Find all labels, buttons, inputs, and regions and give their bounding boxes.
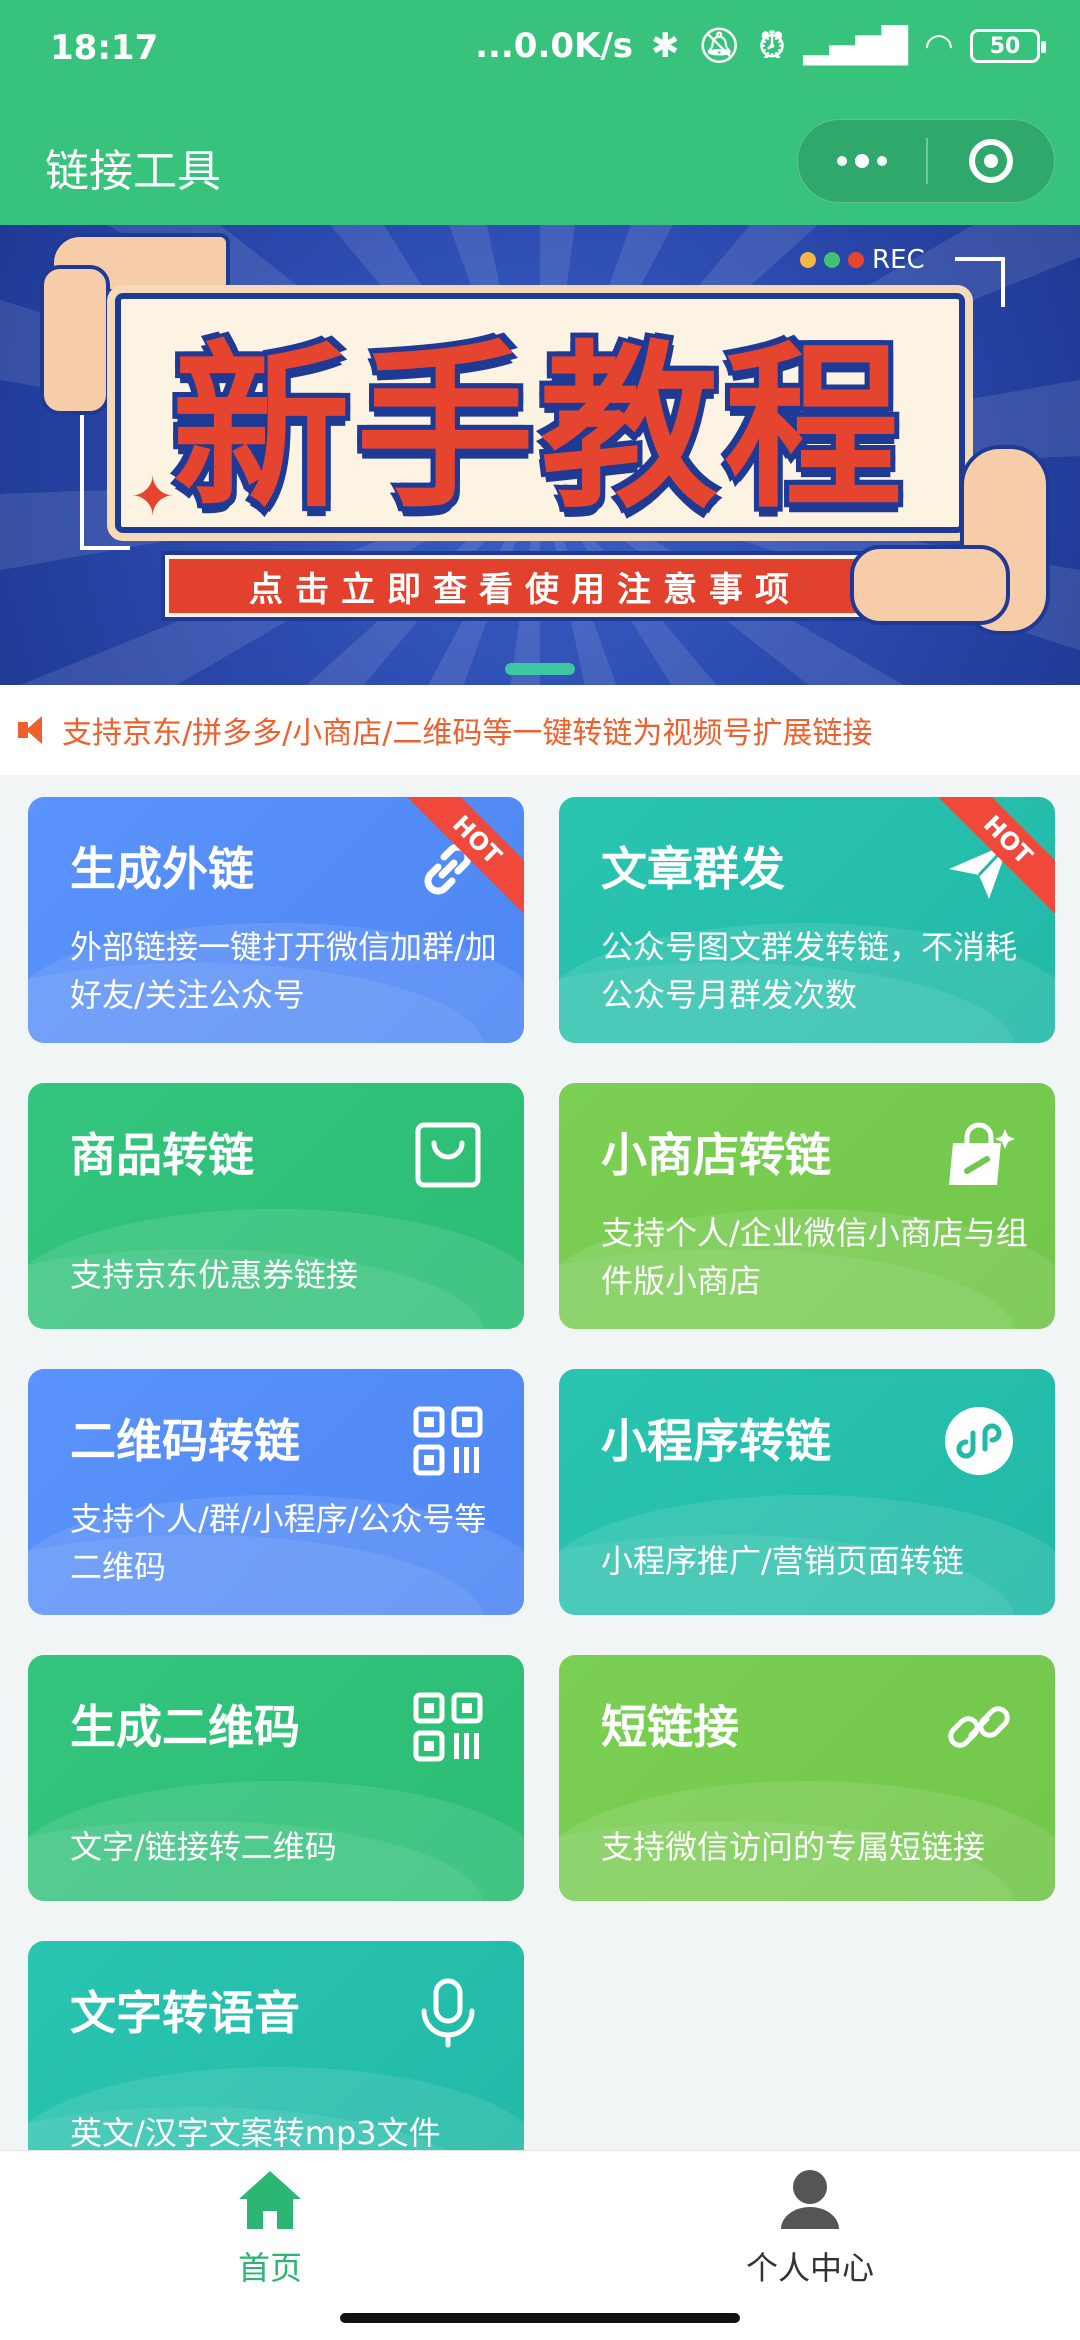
- tool-description: 文字/链接转二维码: [70, 1828, 337, 1866]
- close-mini-program-button[interactable]: [928, 119, 1054, 203]
- tool-card-article-broadcast[interactable]: 文章群发 公众号图文群发转链，不消耗公众号月群发次数 HOT: [559, 797, 1055, 1043]
- microphone-icon: [421, 1978, 475, 2048]
- wifi-icon: ◠: [925, 26, 952, 66]
- tool-card-generate-qr-code[interactable]: 生成二维码 文字/链接转二维码: [28, 1655, 524, 1901]
- tool-description: 支持微信访问的专属短链接: [601, 1828, 986, 1866]
- tool-description: 外部链接一键打开微信加群/加好友/关注公众号: [70, 928, 497, 1014]
- notice-bar[interactable]: 支持京东/拼多多/小商店/二维码等一键转链为视频号扩展链接: [0, 685, 1080, 775]
- tool-title: 小商店转链: [601, 1128, 831, 1182]
- tool-title: 文章群发: [601, 842, 785, 896]
- tab-profile[interactable]: 个人中心: [710, 2167, 910, 2317]
- carousel-indicator[interactable]: [505, 663, 575, 675]
- system-home-indicator[interactable]: [340, 2313, 740, 2323]
- tool-title: 二维码转链: [70, 1414, 300, 1468]
- tool-card-mini-program-link[interactable]: 小程序转链 小程序推广/营销页面转链: [559, 1369, 1055, 1615]
- page-title: 链接工具: [45, 146, 221, 197]
- mini-program-capsule: [797, 119, 1055, 203]
- link-icon: [948, 1706, 1010, 1748]
- rec-indicator: REC: [800, 245, 925, 275]
- status-time: 18:17: [50, 28, 159, 68]
- status-bar: 18:17 ...0.0K/s ✱ 🔕︎ ⏰︎ ▂▄▆█ ◠ 50: [0, 0, 1080, 96]
- tool-card-generate-external-link[interactable]: 生成外链 外部链接一键打开微信加群/加好友/关注公众号 HOT: [28, 797, 524, 1043]
- tool-card-qr-code-link[interactable]: 二维码转链 支持个人/群/小程序/公众号等二维码: [28, 1369, 524, 1615]
- mute-bell-icon: 🔕︎: [697, 26, 741, 66]
- rec-label: REC: [872, 245, 925, 275]
- banner-title: 新手教程: [172, 324, 908, 532]
- sparkle-icon: ✦: [130, 465, 176, 528]
- target-icon: [969, 139, 1013, 183]
- notice-text: 支持京东/拼多多/小商店/二维码等一键转链为视频号扩展链接: [62, 716, 873, 751]
- tool-title: 生成二维码: [70, 1700, 300, 1754]
- tool-description: 支持个人/企业微信小商店与组件版小商店: [601, 1214, 1028, 1300]
- bluetooth-icon: ✱: [651, 26, 680, 66]
- app-header: 18:17 ...0.0K/s ✱ 🔕︎ ⏰︎ ▂▄▆█ ◠ 50 链接工具: [0, 0, 1080, 225]
- right-hand-illustration: [850, 545, 1010, 625]
- alarm-icon: ⏰︎: [758, 26, 786, 66]
- shop-bag-icon: [949, 1122, 1015, 1185]
- battery-icon: 50: [970, 29, 1046, 63]
- tool-title: 短链接: [601, 1700, 739, 1754]
- banner-card: 新手教程: [115, 293, 965, 533]
- tool-title: 生成外链: [70, 842, 254, 896]
- banner-subtitle: 点击立即查看使用注意事项: [161, 551, 889, 621]
- qr-code-icon: [413, 1406, 483, 1476]
- qr-code-icon: [413, 1692, 483, 1762]
- tool-title: 小程序转链: [601, 1414, 831, 1468]
- home-icon: [239, 2171, 301, 2229]
- tool-card-product-link[interactable]: 商品转链 支持京东优惠券链接: [28, 1083, 524, 1329]
- status-icons: ...0.0K/s ✱ 🔕︎ ⏰︎ ▂▄▆█ ◠ 50: [475, 26, 1046, 66]
- tutorial-banner[interactable]: REC 新手教程 ✦ 点击立即查看使用注意事项: [0, 225, 1080, 685]
- person-icon: [781, 2170, 839, 2229]
- more-options-button[interactable]: [798, 119, 926, 203]
- network-speed: ...0.0K/s: [475, 26, 634, 66]
- left-hand-illustration: [40, 265, 110, 415]
- tool-card-mini-shop-link[interactable]: 小商店转链 支持个人/企业微信小商店与组件版小商店: [559, 1083, 1055, 1329]
- tab-home-label: 首页: [237, 2249, 302, 2287]
- tool-description: 公众号图文群发转链，不消耗公众号月群发次数: [601, 928, 1018, 1014]
- tool-title: 商品转链: [70, 1128, 254, 1182]
- mini-program-icon: [945, 1407, 1013, 1475]
- tab-profile-label: 个人中心: [745, 2249, 874, 2287]
- tool-description: 支持京东优惠券链接: [70, 1256, 359, 1294]
- bottom-tab-bar: 首页 个人中心: [0, 2150, 1080, 2340]
- tab-home[interactable]: 首页: [170, 2167, 370, 2317]
- tool-description: 支持个人/群/小程序/公众号等二维码: [70, 1500, 487, 1586]
- tool-title: 文字转语音: [70, 1986, 300, 2040]
- shopping-bag-icon: [415, 1122, 481, 1188]
- tool-description: 小程序推广/营销页面转链: [601, 1542, 964, 1580]
- speaker-icon: [12, 710, 52, 750]
- tool-card-short-link[interactable]: 短链接 支持微信访问的专属短链接: [559, 1655, 1055, 1901]
- signal-icon: ▂▄▆█: [803, 26, 908, 66]
